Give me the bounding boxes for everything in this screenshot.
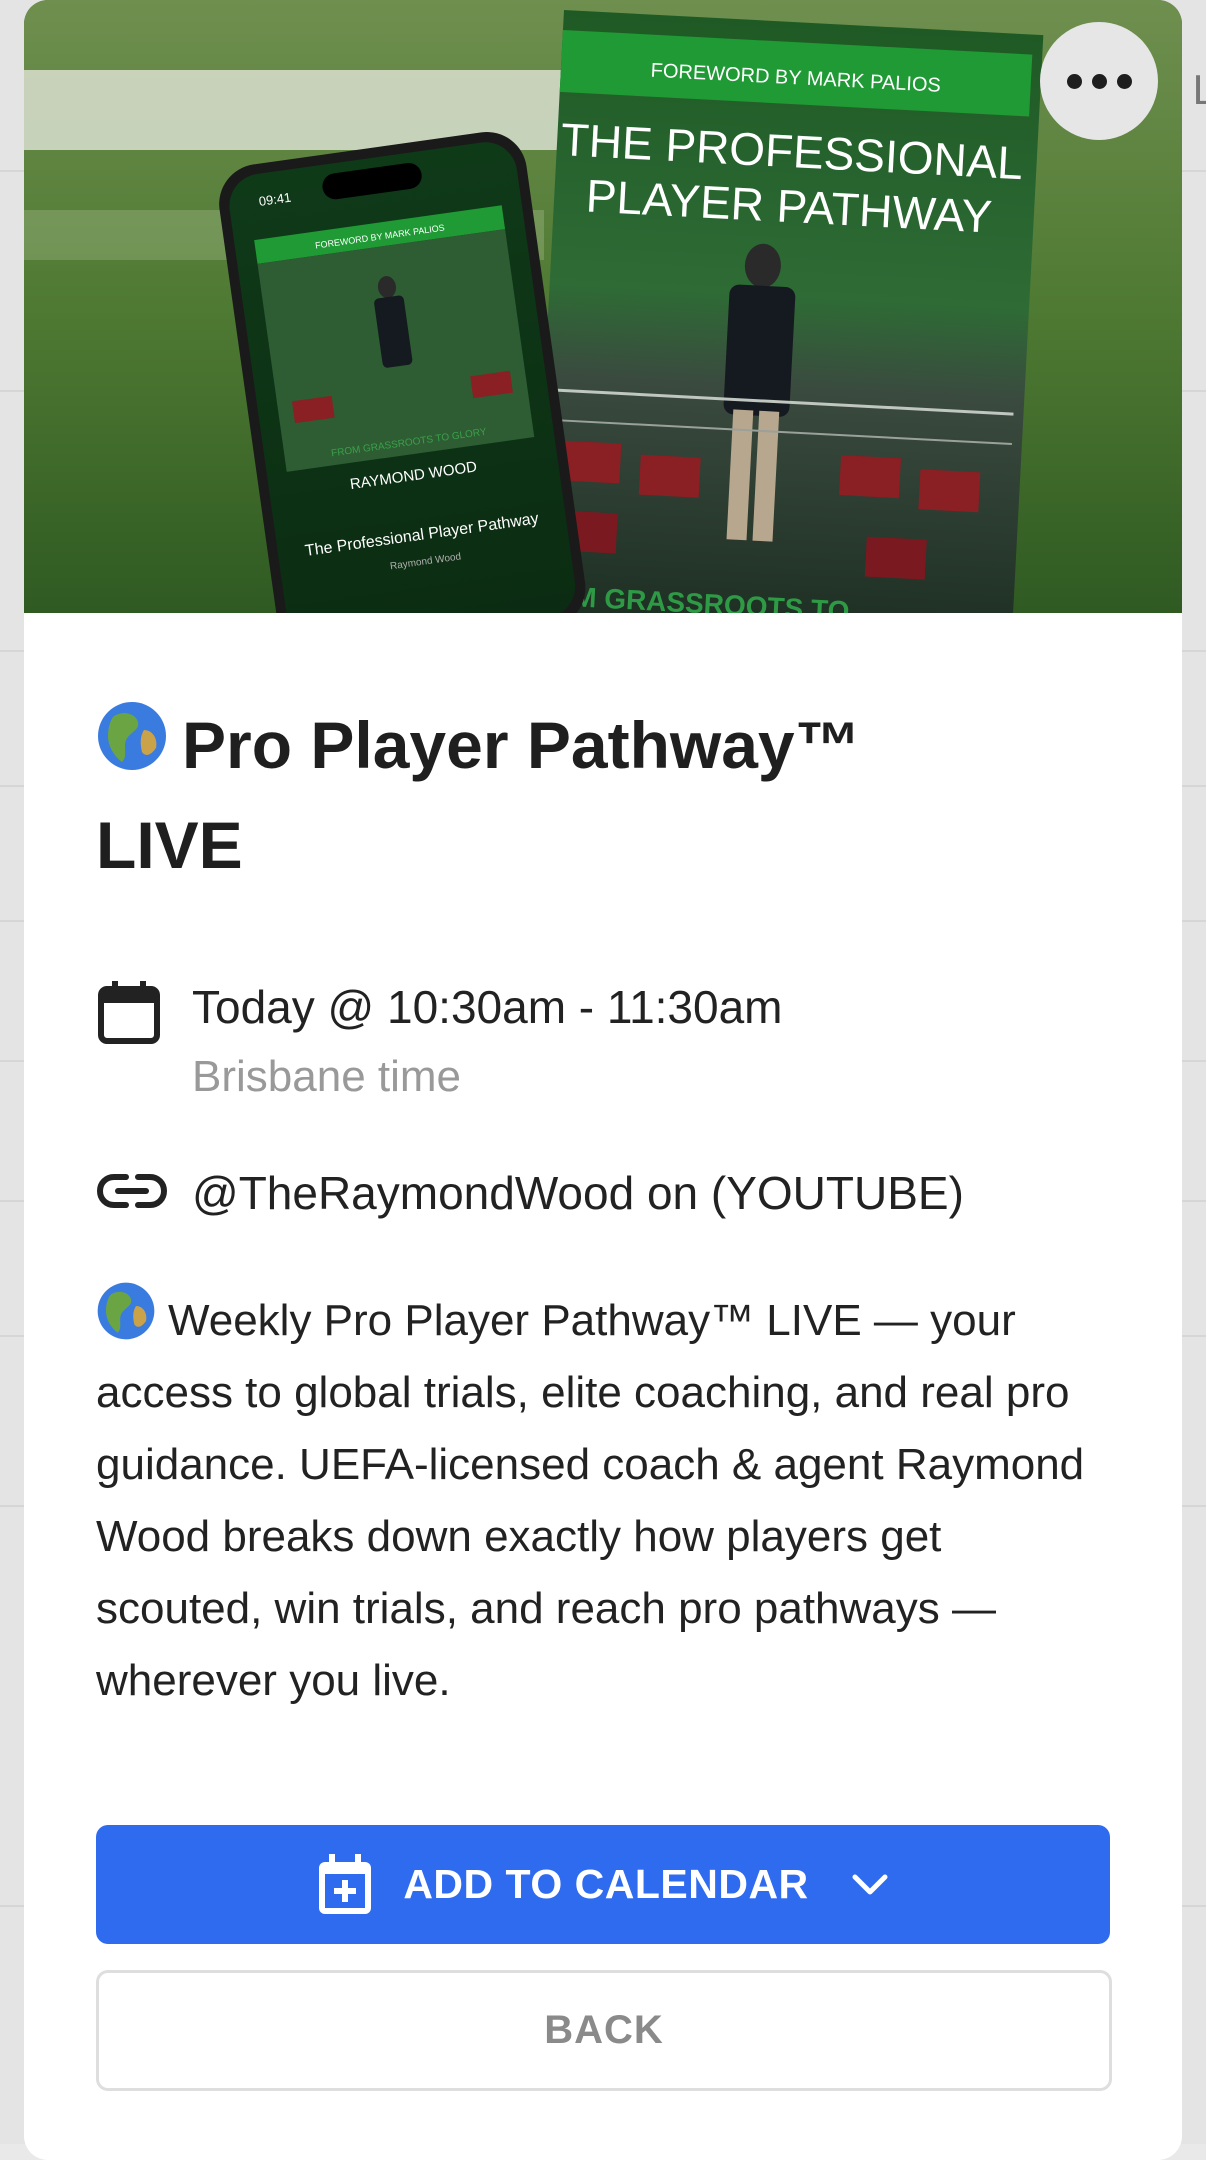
event-timezone: Brisbane time [192, 1051, 1108, 1103]
event-description: Weekly Pro Player Pathway™ LIVE — your a… [96, 1281, 1108, 1717]
event-cover-image: FOREWORD BY MARK PALIOS THE PROFESSIONAL… [24, 0, 1182, 613]
add-to-calendar-button[interactable]: ADD TO CALENDAR [96, 1825, 1110, 1944]
more-options-button[interactable] [1040, 22, 1158, 140]
add-to-calendar-label: ADD TO CALENDAR [403, 1861, 808, 1908]
globe-icon [96, 1281, 156, 1341]
event-link[interactable]: @TheRaymondWood on (YOUTUBE) [192, 1165, 1108, 1221]
more-horizontal-icon [1117, 74, 1132, 89]
event-time: Today @ 10:30am - 11:30am [192, 979, 1108, 1035]
event-details: Pro Player Pathway™ LIVE Today @ 10:30am… [96, 613, 1108, 1717]
event-time-row: Today @ 10:30am - 11:30am Brisbane time [96, 979, 1108, 1103]
calendar-icon [96, 979, 162, 1045]
calendar-add-icon [317, 1854, 373, 1916]
more-horizontal-icon [1067, 74, 1082, 89]
background-text-fragment: L [1193, 66, 1206, 114]
event-title: Pro Player Pathway™ LIVE [96, 695, 936, 895]
event-link-row[interactable]: @TheRaymondWood on (YOUTUBE) [96, 1165, 1108, 1221]
chevron-down-icon[interactable] [851, 1873, 889, 1897]
event-description-text: Weekly Pro Player Pathway™ LIVE — your a… [96, 1296, 1084, 1705]
event-detail-modal: FOREWORD BY MARK PALIOS THE PROFESSIONAL… [24, 0, 1182, 2160]
event-title-text: Pro Player Pathway™ LIVE [96, 708, 861, 882]
globe-icon [96, 700, 168, 772]
link-icon [96, 1171, 168, 1211]
more-horizontal-icon [1092, 74, 1107, 89]
back-button[interactable]: BACK [96, 1970, 1112, 2091]
